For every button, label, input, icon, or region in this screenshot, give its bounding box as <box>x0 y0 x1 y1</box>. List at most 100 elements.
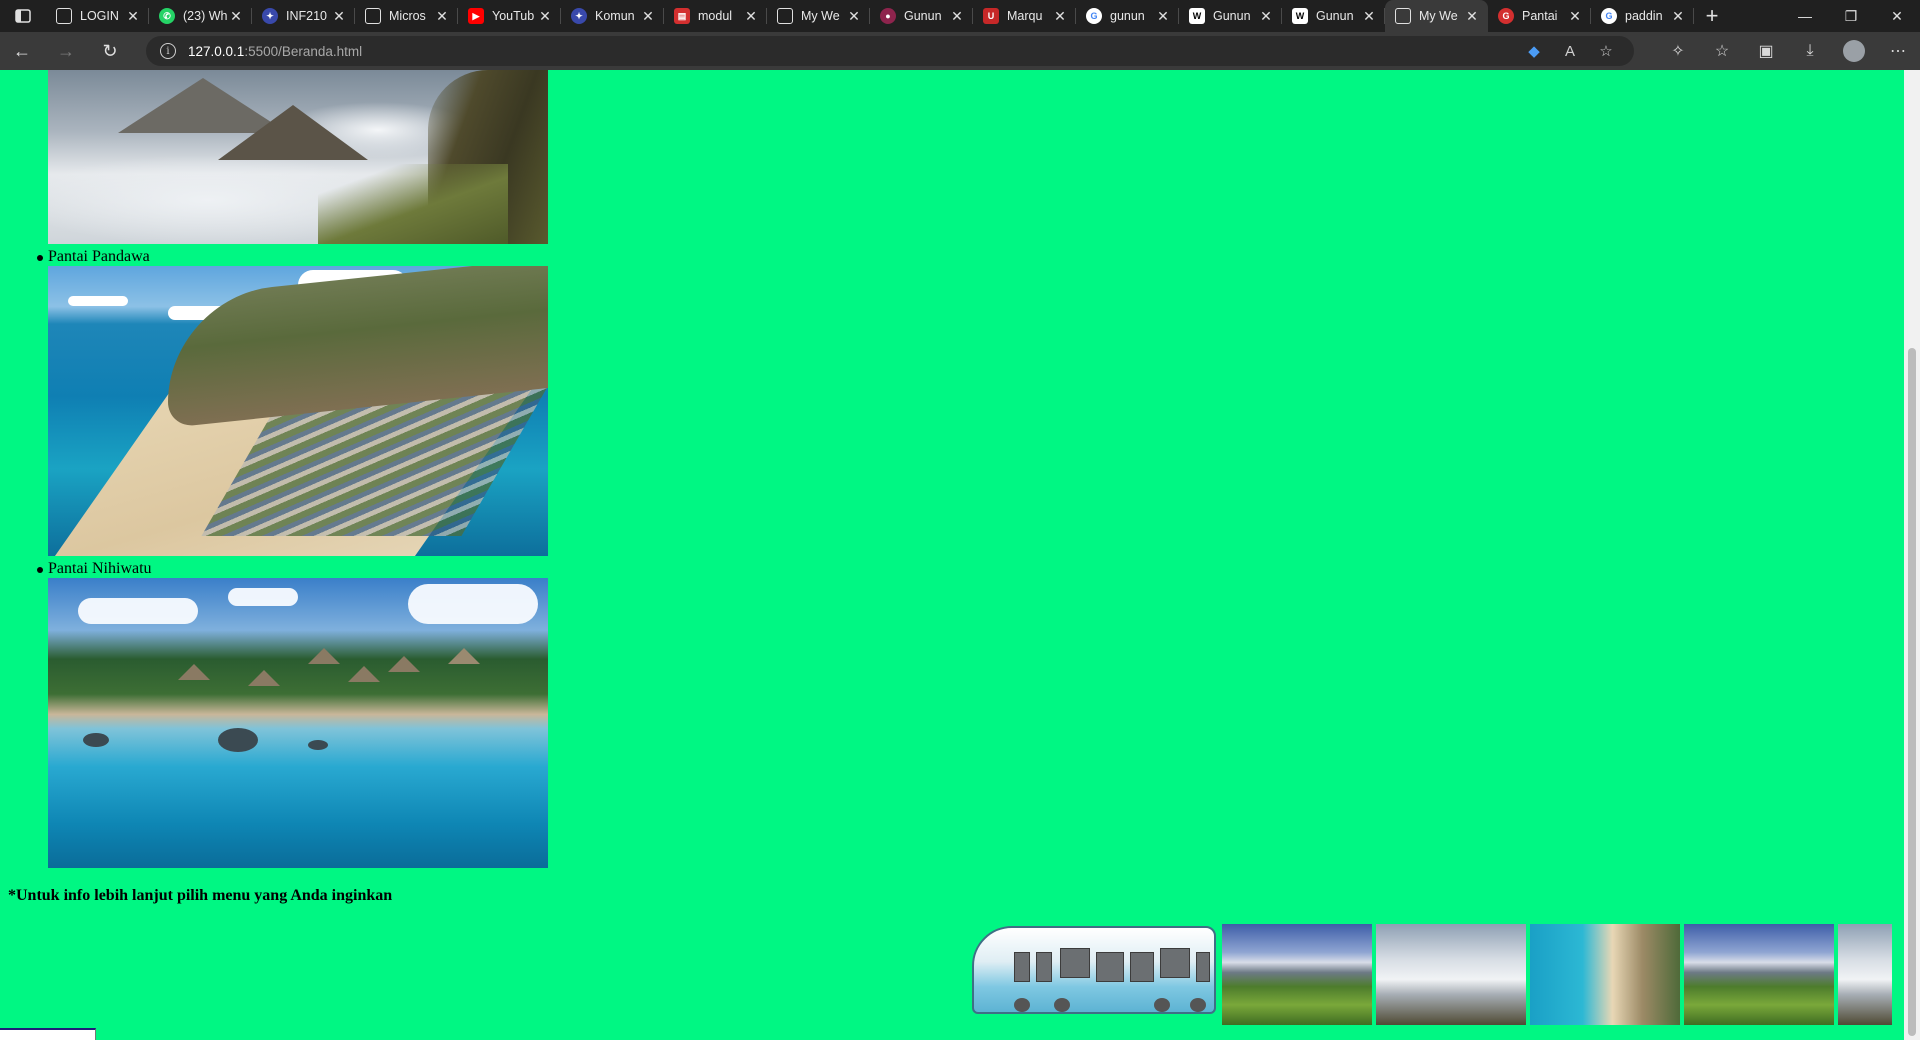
google-icon: G <box>1086 8 1102 24</box>
close-tab-icon[interactable]: ✕ <box>1258 8 1274 25</box>
add-favorite-icon[interactable]: ☆ <box>1594 39 1618 63</box>
tab-label: Marqu <box>1007 9 1043 23</box>
tab-label: Gunun <box>1316 9 1354 23</box>
tab-9[interactable]: U Marqu ✕ <box>973 0 1076 32</box>
wikipedia-icon: W <box>1292 8 1308 24</box>
close-tab-icon[interactable]: ✕ <box>846 8 862 25</box>
tab-label: Komun <box>595 9 635 23</box>
page-icon <box>1395 8 1411 24</box>
reload-button[interactable]: ↻ <box>88 32 132 70</box>
tab-actions-icon <box>15 9 31 23</box>
new-tab-button[interactable]: + <box>1694 0 1730 32</box>
window-controls: — ❐ ✕ <box>1782 0 1920 32</box>
list-bullet <box>37 567 43 573</box>
plus-icon: + <box>1705 3 1719 28</box>
tab-0[interactable]: LOGIN ✕ <box>46 0 149 32</box>
whatsapp-icon: ✆ <box>159 8 175 24</box>
train-image <box>968 924 1216 1025</box>
close-tab-icon[interactable]: ✕ <box>434 8 450 25</box>
profile-avatar[interactable] <box>1843 40 1865 62</box>
extensions-icon[interactable]: ✧ <box>1656 32 1700 70</box>
restore-icon[interactable]: ❐ <box>1828 0 1874 32</box>
close-window-icon[interactable]: ✕ <box>1874 0 1920 32</box>
tab-11[interactable]: W Gunun ✕ <box>1179 0 1282 32</box>
close-tab-icon[interactable]: ✕ <box>949 8 965 25</box>
footer-note: *Untuk info lebih lanjut pilih menu yang… <box>8 887 393 904</box>
close-tab-icon[interactable]: ✕ <box>1361 8 1377 25</box>
close-tab-icon[interactable]: ✕ <box>1670 8 1686 25</box>
pdf-icon: ▤ <box>674 8 690 24</box>
tab-8[interactable]: ● Gunun ✕ <box>870 0 973 32</box>
scrollbar-thumb[interactable] <box>1908 348 1916 1036</box>
beach-photo-nihiwatu <box>48 578 548 868</box>
collections-icon[interactable]: ▣ <box>1744 32 1788 70</box>
favorites-icon[interactable]: ☆ <box>1700 32 1744 70</box>
tab-label: modul <box>698 9 733 23</box>
minimize-icon[interactable]: — <box>1782 0 1828 32</box>
tab-label: Micros <box>389 9 426 23</box>
tab-label: INF210 <box>286 9 327 23</box>
tab-15[interactable]: G paddin ✕ <box>1591 0 1694 32</box>
tab-label: YouTub <box>492 9 535 23</box>
tab-6[interactable]: ▤ modul ✕ <box>664 0 767 32</box>
tab-5[interactable]: ✦ Komun ✕ <box>561 0 664 32</box>
marquee-image-beach <box>1530 924 1680 1025</box>
read-aloud-icon[interactable]: A <box>1558 39 1582 63</box>
tab-12[interactable]: W Gunun ✕ <box>1282 0 1385 32</box>
forward-button[interactable]: → <box>44 32 88 70</box>
tab-label: My We <box>801 9 840 23</box>
address-toolbar: ← → ↻ i 127.0.0.1 :5500/Beranda.html ◆ A… <box>0 32 1920 70</box>
shopping-tag-icon[interactable]: ◆ <box>1522 39 1546 63</box>
google-icon: G <box>1601 8 1617 24</box>
tab-2[interactable]: ✦ INF210 ✕ <box>252 0 355 32</box>
list-item-label: Pantai Nihiwatu <box>48 560 152 577</box>
close-tab-icon[interactable]: ✕ <box>228 8 244 25</box>
arrow-left-icon: ← <box>13 40 31 61</box>
downloads-icon[interactable]: ⤓ <box>1788 32 1832 70</box>
page-icon <box>777 8 793 24</box>
tab-4[interactable]: ▶ YouTub ✕ <box>458 0 561 32</box>
close-tab-icon[interactable]: ✕ <box>125 8 141 25</box>
tab-actions-button[interactable] <box>0 0 46 32</box>
vertical-scrollbar[interactable] <box>1904 70 1920 1040</box>
tab-strip: LOGIN ✕ ✆ (23) Wh ✕ ✦ INF210 ✕ Micros ✕ … <box>0 0 1920 32</box>
close-tab-icon[interactable]: ✕ <box>1052 8 1068 25</box>
site-info-icon[interactable]: i <box>160 43 176 59</box>
more-menu-icon[interactable]: ⋯ <box>1876 32 1920 70</box>
close-tab-icon[interactable]: ✕ <box>640 8 656 25</box>
tab-label: LOGIN <box>80 9 119 23</box>
tab-7[interactable]: My We ✕ <box>767 0 870 32</box>
marquee-image-mountain <box>1222 924 1372 1025</box>
beach-photo-pandawa <box>48 266 548 556</box>
tab-10[interactable]: G gunun ✕ <box>1076 0 1179 32</box>
tab-label: My We <box>1419 9 1458 23</box>
image-marquee <box>968 924 1892 1025</box>
reload-icon: ↻ <box>102 40 118 61</box>
tab-14[interactable]: G Pantai ✕ <box>1488 0 1591 32</box>
youtube-icon: ▶ <box>468 8 484 24</box>
close-tab-icon[interactable]: ✕ <box>1155 8 1171 25</box>
tab-3[interactable]: Micros ✕ <box>355 0 458 32</box>
tab-1[interactable]: ✆ (23) Wh ✕ <box>149 0 252 32</box>
url-bar[interactable]: i 127.0.0.1 :5500/Beranda.html ◆ A ☆ <box>146 36 1634 66</box>
close-tab-icon[interactable]: ✕ <box>743 8 759 25</box>
url-path: :5500/Beranda.html <box>244 43 363 59</box>
tab-label: Gunun <box>904 9 942 23</box>
tab-label: (23) Wh <box>183 9 228 23</box>
marquee-image-bromo <box>1376 924 1526 1025</box>
tab-13-active[interactable]: My We ✕ <box>1385 0 1488 32</box>
marquee-image-mountain <box>1684 924 1834 1025</box>
app-icon: ✦ <box>262 8 278 24</box>
toolbar-right: ✧ ☆ ▣ ⤓ ⋯ <box>1656 32 1920 70</box>
close-tab-icon[interactable]: ✕ <box>1567 8 1583 25</box>
close-tab-icon[interactable]: ✕ <box>1464 8 1480 25</box>
site-icon: ● <box>880 8 896 24</box>
back-button[interactable]: ← <box>0 32 44 70</box>
wikipedia-icon: W <box>1189 8 1205 24</box>
app-icon: ✦ <box>571 8 587 24</box>
tab-label: gunun <box>1110 9 1145 23</box>
close-tab-icon[interactable]: ✕ <box>537 8 553 25</box>
arrow-right-icon: → <box>57 40 75 61</box>
tab-label: Gunun <box>1213 9 1251 23</box>
close-tab-icon[interactable]: ✕ <box>331 8 347 25</box>
